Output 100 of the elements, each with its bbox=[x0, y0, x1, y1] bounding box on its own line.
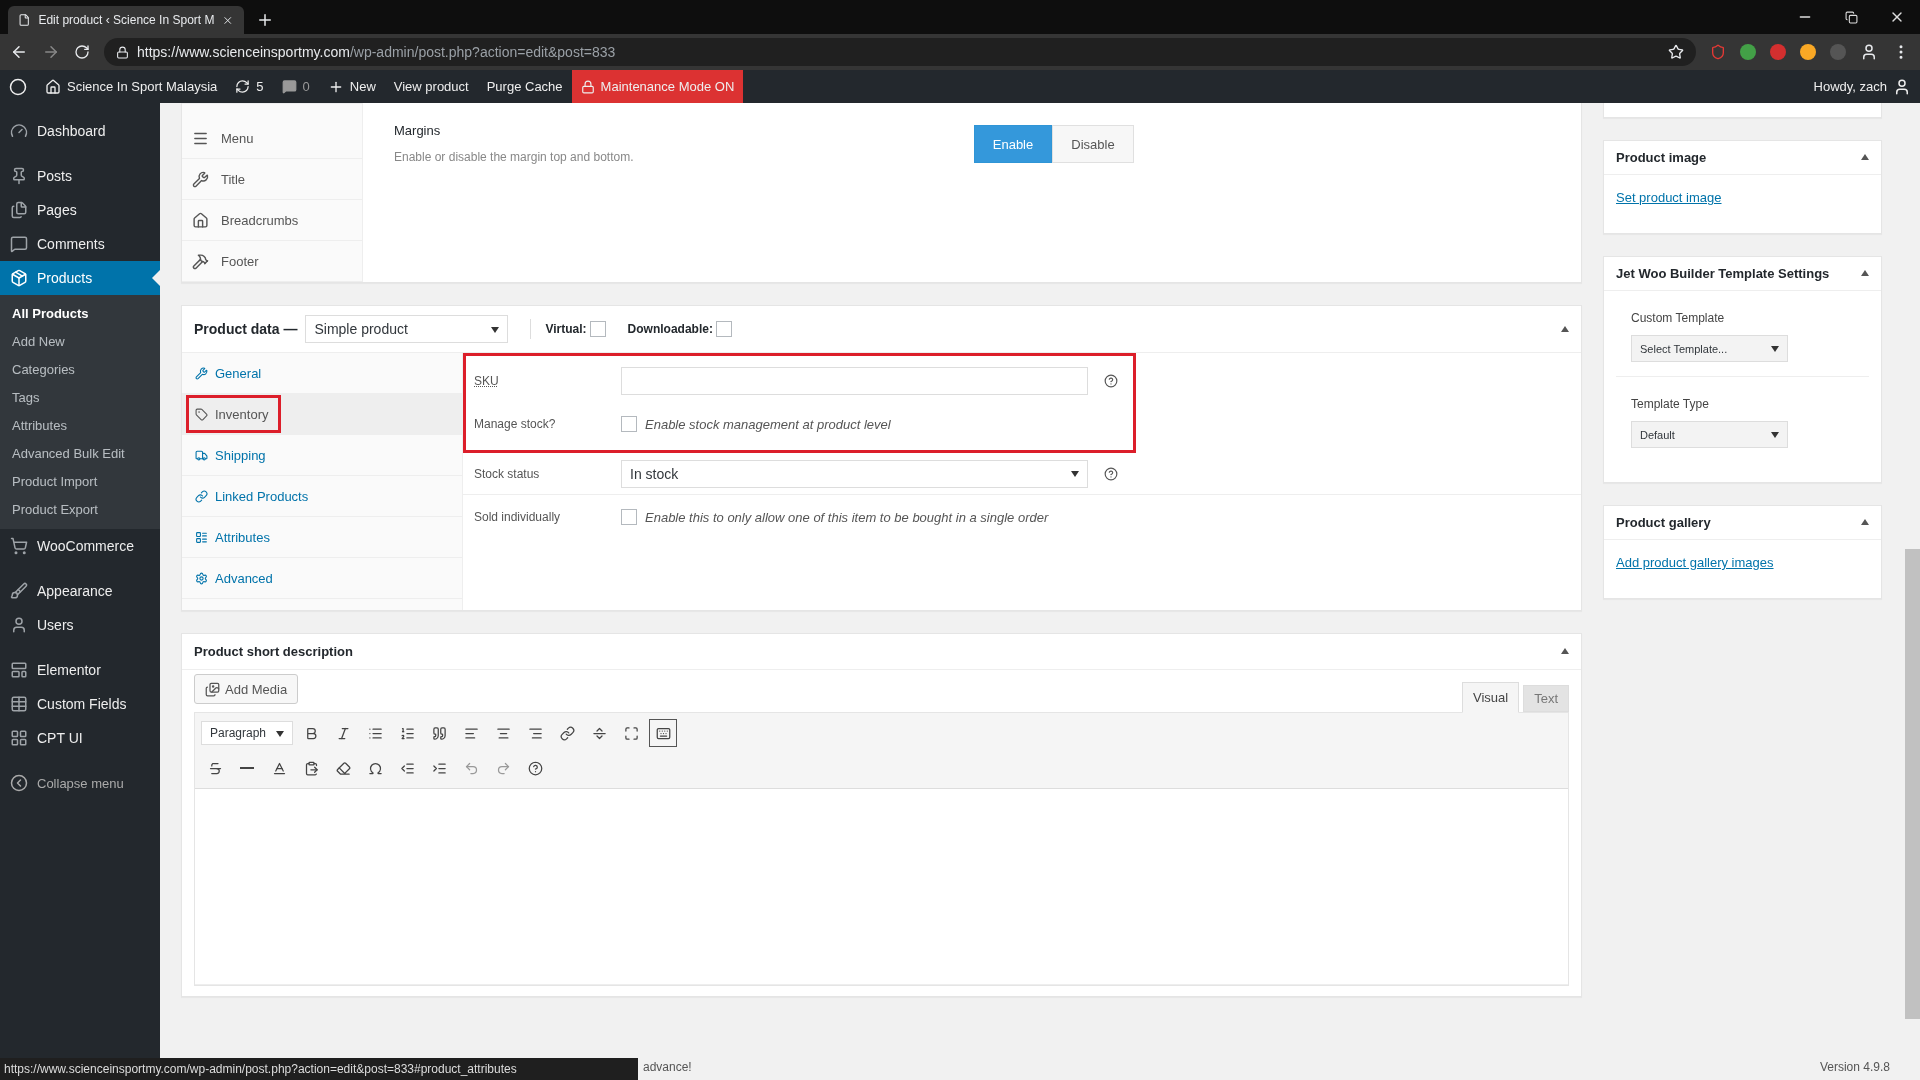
collapse-menu-button[interactable]: Collapse menu bbox=[0, 766, 160, 800]
shield-icon[interactable] bbox=[1710, 44, 1726, 60]
eraser-icon bbox=[335, 760, 351, 776]
back-icon[interactable] bbox=[10, 43, 28, 61]
panel-link[interactable]: Add product gallery images bbox=[1604, 540, 1881, 598]
maintenance-badge[interactable]: Maintenance Mode ON bbox=[571, 70, 744, 103]
new-link[interactable]: New bbox=[318, 70, 385, 103]
checkbox[interactable] bbox=[621, 509, 637, 525]
setting-description: Enable or disable the margin top and bottom. bbox=[394, 150, 635, 164]
toggle-option[interactable]: Disable bbox=[1052, 125, 1134, 163]
product-data-tab[interactable]: Advanced bbox=[186, 563, 283, 593]
table-icon bbox=[10, 695, 28, 713]
settings-nav-item[interactable]: Breadcrumbs bbox=[182, 200, 362, 241]
submenu-link[interactable]: Add New bbox=[0, 328, 160, 356]
admin-nav-link[interactable]: Users bbox=[0, 608, 160, 642]
site-link[interactable]: Science In Sport Malaysia bbox=[36, 70, 227, 103]
quote-icon bbox=[431, 725, 447, 741]
fullscreen-icon bbox=[623, 725, 639, 741]
help-icon[interactable] bbox=[1104, 374, 1118, 388]
settings-nav-item[interactable]: Footer bbox=[182, 241, 362, 282]
editor-tab[interactable]: Visual bbox=[1461, 682, 1520, 713]
comment-count-link[interactable]: 0 bbox=[272, 70, 319, 103]
product-data-tab[interactable]: General bbox=[186, 358, 272, 388]
extension-icon[interactable] bbox=[1740, 44, 1756, 60]
footer-text: advance! bbox=[643, 1060, 692, 1074]
stock-status-select[interactable]: In stock bbox=[621, 459, 1088, 488]
avatar-icon bbox=[1893, 77, 1911, 96]
forward-icon[interactable] bbox=[42, 43, 60, 61]
panel-title: Product image bbox=[1616, 150, 1707, 165]
extension-icon[interactable] bbox=[1800, 44, 1816, 60]
cart-icon bbox=[10, 537, 28, 555]
admin-nav-link[interactable]: Posts bbox=[0, 159, 160, 193]
add-media-button[interactable]: Add Media bbox=[194, 674, 299, 704]
product-data-tab[interactable]: Shipping bbox=[186, 440, 276, 470]
product-data-tab[interactable]: Inventory bbox=[186, 395, 282, 433]
admin-nav-link[interactable]: CPT UI bbox=[0, 721, 160, 755]
sku-field[interactable] bbox=[621, 367, 1088, 395]
help-icon[interactable] bbox=[1104, 466, 1118, 481]
admin-nav-link[interactable]: WooCommerce bbox=[0, 529, 160, 563]
align-center-icon bbox=[495, 725, 511, 741]
editor-tab[interactable]: Text bbox=[1523, 685, 1569, 712]
strikethrough-icon bbox=[207, 760, 223, 776]
profile-icon[interactable] bbox=[1860, 43, 1878, 61]
admin-nav-link[interactable]: Custom Fields bbox=[0, 687, 160, 721]
house-icon bbox=[45, 78, 61, 95]
user-icon bbox=[10, 616, 28, 634]
product-data-tab[interactable]: Linked Products bbox=[186, 481, 319, 511]
template-select[interactable]: Select Template... bbox=[1631, 335, 1788, 362]
submenu-link[interactable]: Product Export bbox=[0, 496, 160, 524]
keyboard-button[interactable] bbox=[649, 719, 677, 747]
star-icon[interactable] bbox=[1668, 44, 1684, 60]
address-bar[interactable]: https://www.scienceinsportmy.com/wp-admin/post.php?action=edit&post=833 bbox=[104, 38, 1696, 66]
link-icon bbox=[195, 489, 208, 503]
new-tab-icon[interactable] bbox=[256, 11, 274, 29]
format-select[interactable]: Paragraph bbox=[201, 721, 293, 745]
comment-icon bbox=[10, 235, 28, 253]
account-link[interactable]: Howdy, zach bbox=[1804, 70, 1920, 103]
undo-icon bbox=[463, 760, 479, 776]
admin-nav-link[interactable]: Dashboard bbox=[0, 114, 160, 148]
restore-icon[interactable] bbox=[1844, 10, 1858, 24]
settings-nav-item[interactable]: Title bbox=[182, 159, 362, 200]
submenu-link[interactable]: Categories bbox=[0, 356, 160, 384]
status-url: https://www.scienceinsportmy.com/wp-admin/post.php?action=edit&post=833#product_attributes bbox=[0, 1058, 638, 1080]
omega-icon bbox=[367, 760, 383, 776]
admin-nav-link[interactable]: Comments bbox=[0, 227, 160, 261]
admin-nav-link[interactable]: Elementor bbox=[0, 653, 160, 687]
checkbox[interactable] bbox=[715, 321, 732, 337]
brush-icon bbox=[10, 582, 28, 600]
checkbox-label: Enable this to only allow one of this item to be bought in a single order bbox=[645, 509, 1049, 525]
submenu-link[interactable]: All Products bbox=[0, 300, 160, 328]
submenu-link[interactable]: Tags bbox=[0, 384, 160, 412]
align-right-icon bbox=[527, 725, 543, 741]
panel-link[interactable]: Set product image bbox=[1604, 175, 1881, 233]
submenu-link[interactable]: Attributes bbox=[0, 412, 160, 440]
browser-tab[interactable]: Edit product ‹ Science In Sport M bbox=[8, 6, 244, 34]
admin-nav-link[interactable]: Pages bbox=[0, 193, 160, 227]
checkbox[interactable] bbox=[621, 416, 637, 432]
admin-nav-link[interactable]: Products bbox=[0, 261, 160, 295]
box-icon bbox=[10, 269, 28, 287]
admin-bar-link[interactable]: Purge Cache bbox=[477, 70, 572, 103]
admin-nav-link[interactable]: Appearance bbox=[0, 574, 160, 608]
admin-bar-link[interactable]: View product bbox=[384, 70, 478, 103]
separator-icon bbox=[591, 725, 607, 741]
submenu-link[interactable]: Advanced Bulk Edit bbox=[0, 440, 160, 468]
submenu-link[interactable]: Product Import bbox=[0, 468, 160, 496]
settings-nav-item[interactable]: Menu bbox=[182, 118, 362, 159]
checkbox-label: Downloadable: bbox=[627, 322, 713, 336]
checkbox[interactable] bbox=[589, 321, 606, 337]
setting-title: Margins bbox=[394, 123, 442, 138]
template-select[interactable]: Default bbox=[1631, 421, 1788, 448]
circle-icon bbox=[9, 77, 27, 96]
panel-title: Product short description bbox=[194, 644, 353, 659]
field-label: Template Type bbox=[1631, 397, 1710, 411]
reload-icon[interactable] bbox=[74, 44, 90, 60]
product-data-tab[interactable]: Attributes bbox=[186, 522, 280, 552]
comment-icon bbox=[281, 79, 297, 94]
product-type-select[interactable]: Simple product bbox=[305, 315, 509, 343]
wrench-icon bbox=[195, 366, 208, 380]
updates-link[interactable]: 5 bbox=[226, 70, 273, 103]
field-label: Manage stock? bbox=[474, 417, 557, 431]
